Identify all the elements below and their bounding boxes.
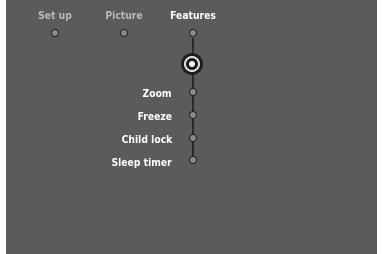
menu-item-child-lock-dot[interactable] [189, 134, 197, 142]
menu-item-zoom-dot[interactable] [189, 88, 197, 96]
menu-item-child-lock[interactable]: Child lock [121, 133, 172, 146]
tab-set-up-dot[interactable] [51, 29, 59, 37]
connector-line [192, 38, 194, 54]
tab-features[interactable]: Features [155, 9, 231, 22]
menu-item-freeze-dot[interactable] [189, 111, 197, 119]
menu-item-sleep-timer[interactable]: Sleep timer [112, 156, 172, 169]
menu-item-zoom[interactable]: Zoom [143, 87, 172, 100]
menu-item-freeze[interactable]: Freeze [138, 110, 172, 123]
tab-set-up[interactable]: Set up [17, 9, 93, 22]
tab-picture-dot[interactable] [120, 29, 128, 37]
tab-features-dot[interactable] [189, 29, 197, 37]
tab-picture[interactable]: Picture [86, 9, 162, 22]
selection-cursor[interactable] [181, 53, 203, 75]
tv-menu-screen: Set up Picture Features Zoom Freeze Chil… [6, 0, 377, 254]
menu-item-sleep-timer-dot[interactable] [189, 156, 197, 164]
cursor-center [189, 61, 195, 67]
